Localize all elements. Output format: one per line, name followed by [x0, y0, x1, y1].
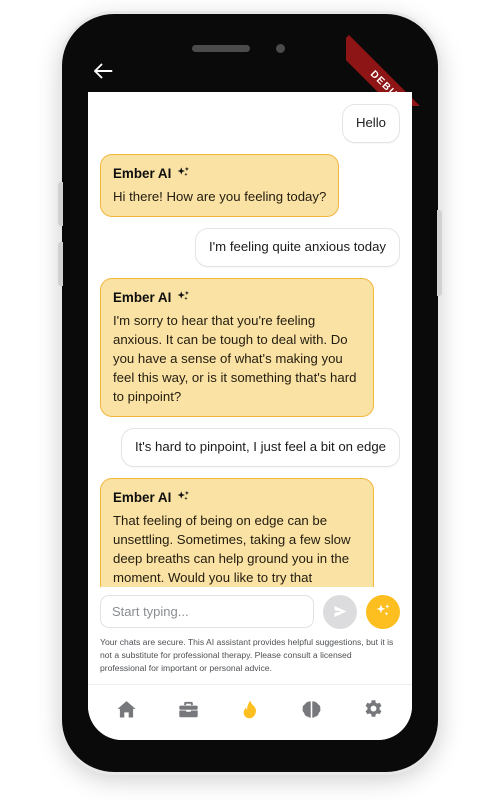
- nav-item-insights[interactable]: [289, 690, 335, 730]
- sparkle-icon: [177, 290, 190, 300]
- assistant-name-label: Ember AI: [113, 165, 172, 181]
- assistant-message-text: That feeling of being on edge can be uns…: [113, 513, 351, 586]
- volume-down-button[interactable]: [58, 242, 63, 286]
- sparkle-icon: [177, 490, 190, 500]
- assistant-message-text: Hi there! How are you feeling today?: [113, 189, 327, 205]
- speaker-grille-icon: [192, 45, 250, 52]
- chat-row-assistant: Ember AI Hi there! How are you feeling t…: [100, 153, 400, 218]
- assistant-message-bubble: Ember AI That feeling of being on edge c…: [100, 477, 374, 587]
- user-message-bubble: It's hard to pinpoint, I just feel a bit…: [120, 428, 400, 467]
- message-input[interactable]: [100, 595, 314, 629]
- power-button[interactable]: [437, 210, 442, 296]
- message-composer: [88, 587, 412, 629]
- assistant-name-header: Ember AI: [113, 288, 361, 307]
- volume-up-button[interactable]: [58, 182, 63, 226]
- nav-item-chat[interactable]: [227, 690, 273, 730]
- back-button[interactable]: [86, 54, 120, 88]
- assistant-message-bubble: Ember AI Hi there! How are you feeling t…: [100, 153, 340, 218]
- app-screen: Hello Ember AI Hi there! How are you fee…: [88, 92, 412, 740]
- chat-row-user: I'm feeling quite anxious today: [100, 228, 400, 267]
- screenshot-root: DEBUG Hello Ember AI Hi there! How are y…: [0, 0, 500, 800]
- assistant-message-bubble: Ember AI I'm sorry to hear that you're f…: [100, 277, 374, 418]
- brain-icon: [302, 701, 321, 718]
- toolbox-icon: [179, 701, 198, 718]
- front-camera-icon: [276, 44, 285, 53]
- chat-row-user: It's hard to pinpoint, I just feel a bit…: [100, 428, 400, 467]
- chat-row-assistant: Ember AI That feeling of being on edge c…: [100, 477, 400, 587]
- nav-item-toolbox[interactable]: [165, 690, 211, 730]
- sparkle-icon: [376, 604, 390, 616]
- flame-icon: [243, 699, 256, 718]
- phone-device-frame: DEBUG Hello Ember AI Hi there! How are y…: [58, 14, 442, 772]
- assistant-name-label: Ember AI: [113, 289, 172, 305]
- assistant-name-header: Ember AI: [113, 488, 361, 507]
- home-icon: [117, 701, 136, 718]
- chat-row-assistant: Ember AI I'm sorry to hear that you're f…: [100, 277, 400, 418]
- status-bar-area: [62, 14, 438, 92]
- bottom-navigation-bar: [88, 684, 412, 740]
- chat-row-user: Hello: [100, 104, 400, 143]
- sparkle-icon: [177, 166, 190, 176]
- assistant-name-header: Ember AI: [113, 164, 326, 183]
- assistant-message-text: I'm sorry to hear that you're feeling an…: [113, 313, 357, 405]
- user-message-bubble: I'm feeling quite anxious today: [195, 228, 400, 267]
- chat-message-list[interactable]: Hello Ember AI Hi there! How are you fee…: [88, 92, 412, 587]
- user-message-bubble: Hello: [341, 104, 400, 143]
- assistant-name-label: Ember AI: [113, 489, 172, 505]
- send-paper-plane-icon: [334, 606, 346, 618]
- gear-icon: [365, 700, 382, 717]
- send-button[interactable]: [323, 594, 357, 629]
- privacy-disclaimer: Your chats are secure. This AI assistant…: [100, 636, 394, 673]
- nav-item-home[interactable]: [104, 690, 150, 730]
- back-arrow-icon: [94, 63, 113, 79]
- ai-suggest-button[interactable]: [366, 594, 400, 629]
- nav-item-settings[interactable]: [350, 690, 396, 730]
